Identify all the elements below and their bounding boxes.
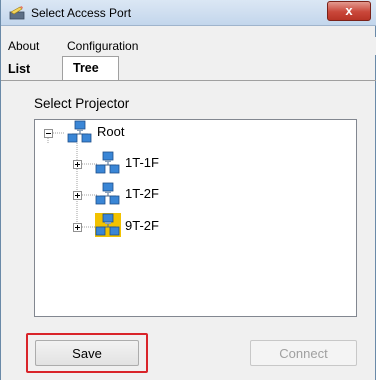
expand-icon[interactable] <box>73 160 82 169</box>
tab-tree[interactable]: Tree <box>62 56 119 80</box>
connect-button[interactable]: Connect <box>250 340 357 366</box>
tree-node[interactable]: 1T-2F <box>35 182 195 206</box>
tree-node[interactable]: 9T-2F <box>35 213 195 238</box>
collapse-icon[interactable] <box>44 129 53 138</box>
window-title: Select Access Port <box>31 6 132 20</box>
menu-configuration[interactable]: Configuration <box>67 39 138 53</box>
tree-node-label: 1T-1F <box>125 155 159 170</box>
tab-list[interactable]: List <box>8 58 54 80</box>
expand-icon[interactable] <box>73 191 82 200</box>
tab-strip: List Tree <box>1 55 376 81</box>
network-computers-icon <box>67 120 92 143</box>
save-button-highlight <box>26 333 148 373</box>
menu-about[interactable]: About <box>8 39 39 53</box>
tab-tree-label: Tree <box>73 61 99 75</box>
network-computers-icon <box>95 151 120 174</box>
tree-node[interactable]: 1T-1F <box>35 151 195 175</box>
tree-node-label: Root <box>97 124 125 139</box>
title-bar[interactable]: Select Access Port x <box>1 0 376 26</box>
network-computers-icon <box>95 182 120 205</box>
menu-bar: About Configuration <box>1 37 376 55</box>
pencil-window-icon <box>9 6 25 20</box>
expand-icon[interactable] <box>73 223 82 232</box>
tree-node-label: 1T-2F <box>125 186 159 201</box>
tab-list-label: List <box>8 62 31 76</box>
projector-tree[interactable]: Root 1T-1F 1T-2F 9T-2F <box>34 119 357 317</box>
network-computers-icon <box>95 213 121 237</box>
tree-node-root[interactable]: Root <box>35 120 175 144</box>
tree-node-label: 9T-2F <box>125 218 159 233</box>
dialog-window: Select Access Port x About Configuration… <box>0 0 376 380</box>
close-icon: x <box>345 3 353 18</box>
section-label: Select Projector <box>34 96 130 111</box>
connect-button-label: Connect <box>279 346 328 361</box>
close-button[interactable]: x <box>327 1 371 21</box>
